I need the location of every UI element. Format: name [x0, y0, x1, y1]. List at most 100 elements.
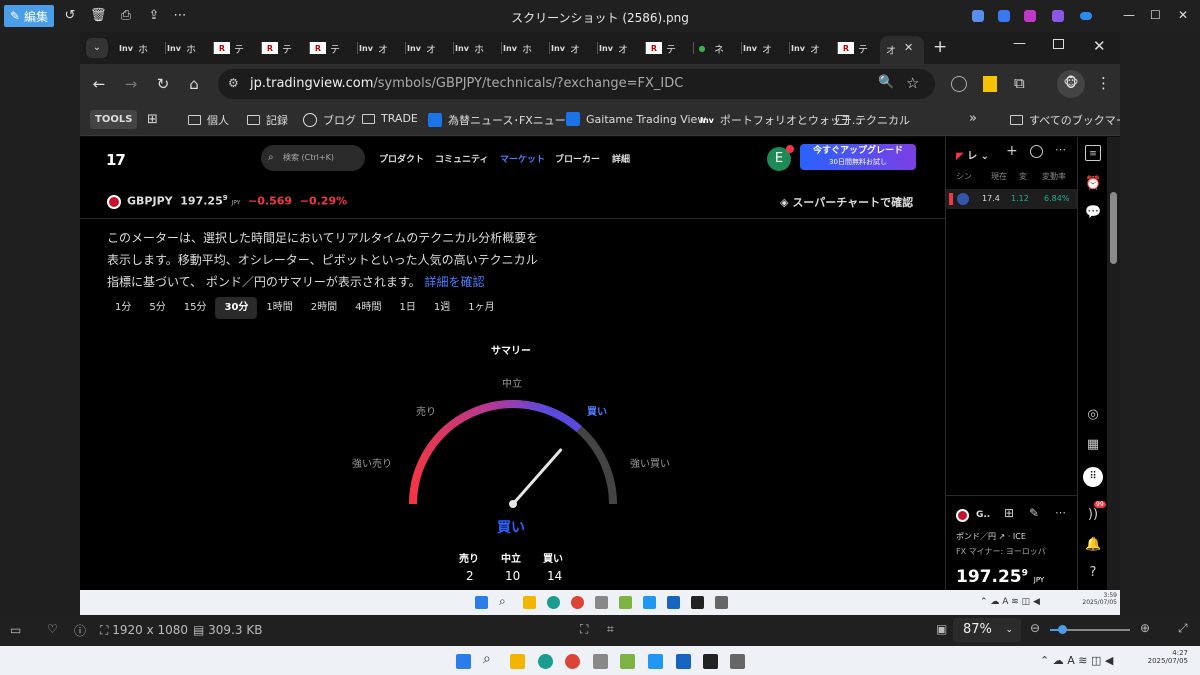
edit-note-icon[interactable]: ✎ — [1029, 506, 1039, 520]
app-icon[interactable] — [1024, 10, 1036, 22]
timeframe-button[interactable]: 15分 — [175, 297, 216, 319]
explorer-icon[interactable] — [523, 596, 536, 609]
search-input[interactable]: ⌕ 検索 (Ctrl+K) — [261, 145, 365, 171]
browser-tab[interactable]: Inv オ — [406, 38, 454, 58]
timeframe-button[interactable]: 1週 — [425, 297, 459, 319]
app-icon[interactable] — [676, 654, 691, 669]
close-icon[interactable]: ✕ — [1178, 8, 1188, 22]
bookmark-tools[interactable]: TOOLS — [90, 110, 138, 129]
browser-tab[interactable]: Rテ — [310, 38, 358, 58]
super-chart-link[interactable]: ◈ スーパーチャートで確認 — [780, 194, 913, 210]
timeframe-button[interactable]: 1日 — [391, 297, 425, 319]
clock-chart-icon[interactable] — [1030, 145, 1043, 158]
browser-tab[interactable]: Rテ — [646, 38, 694, 58]
browser-tab[interactable]: Inv ホ — [454, 38, 502, 58]
app-icon[interactable] — [620, 654, 635, 669]
info-icon[interactable]: ⓘ — [74, 622, 86, 639]
extension-icon[interactable] — [983, 76, 997, 92]
browser-restore-icon[interactable] — [1053, 39, 1064, 49]
browser-tab[interactable]: Inv ホ — [502, 38, 550, 58]
home-icon[interactable]: ⌂ — [185, 75, 203, 93]
timeframe-button[interactable]: 1時間 — [257, 297, 301, 319]
help-icon[interactable]: ? — [1085, 565, 1101, 581]
scrollbar[interactable] — [1107, 137, 1120, 590]
calendar-icon[interactable]: ▦ — [1085, 437, 1101, 453]
timeframe-button[interactable]: 1分 — [106, 297, 140, 319]
timeframe-button[interactable]: 2時間 — [302, 297, 346, 319]
all-bookmarks[interactable]: すべてのブックマーク — [1010, 112, 1120, 128]
app-icon[interactable] — [730, 654, 745, 669]
app-icon[interactable] — [667, 596, 680, 609]
timeframe-button[interactable]: 4時間 — [346, 297, 390, 319]
app-icon[interactable] — [998, 10, 1010, 22]
reload-icon[interactable]: ↻ — [154, 75, 172, 93]
browser-tab[interactable]: Inv オ — [550, 38, 598, 58]
edge-icon[interactable] — [547, 596, 560, 609]
chat-icon[interactable]: 💬 — [1085, 205, 1101, 221]
app-icon[interactable] — [648, 654, 663, 669]
browser-minimize-icon[interactable]: — — [1013, 36, 1026, 51]
app-icon[interactable] — [1052, 10, 1064, 22]
bookmark-item[interactable]: 為替ニュース･FXニュー... — [428, 112, 576, 128]
bell-icon[interactable]: 🔔 — [1085, 537, 1101, 553]
timeframe-button[interactable]: 1ヶ月 — [459, 297, 503, 319]
bookmark-folder[interactable]: TRADE — [362, 112, 418, 125]
favorite-icon[interactable]: ♡ — [47, 622, 58, 636]
browser-tab[interactable]: Inv ホ — [118, 38, 166, 58]
more-icon[interactable]: ⋯ — [1055, 506, 1066, 519]
browser-tab[interactable]: Rテ — [838, 38, 886, 58]
apps-grid-icon[interactable]: ⊞ — [147, 112, 158, 127]
site-info-icon[interactable]: ⚙ — [228, 76, 239, 90]
more-bookmarks-icon[interactable]: » — [969, 111, 977, 126]
bookmark-folder[interactable]: テクニカル — [836, 112, 910, 128]
search-icon[interactable]: ⌕ — [499, 594, 506, 609]
forward-icon[interactable]: → — [122, 75, 140, 93]
extension-icon[interactable] — [951, 76, 967, 92]
profile-avatar[interactable]: 🐵 — [1057, 70, 1085, 98]
browser-tab[interactable]: Inv オ — [742, 38, 790, 58]
chrome-icon[interactable] — [571, 596, 584, 609]
minimize-icon[interactable]: — — [1123, 8, 1135, 22]
nav-products[interactable]: プロダクト — [379, 152, 424, 165]
watchlist-row[interactable]: 17.4 1.12 6.84% — [946, 189, 1078, 209]
close-tab-icon[interactable]: ✕ — [904, 41, 913, 54]
browser-tab[interactable]: Rテ — [214, 38, 262, 58]
browser-tab[interactable]: Inv オ — [358, 38, 406, 58]
nav-brokers[interactable]: ブローカー — [555, 152, 600, 165]
chrome-icon[interactable] — [565, 654, 580, 669]
edge-icon[interactable] — [538, 654, 553, 669]
app-icon[interactable] — [595, 596, 608, 609]
nav-community[interactable]: コミュニティ — [435, 152, 488, 165]
zoom-out-icon[interactable]: ⊖ — [1030, 621, 1040, 635]
watchlist-title[interactable]: ◤ レ ⌄ — [956, 147, 989, 162]
nav-markets[interactable]: マーケット — [500, 152, 545, 165]
nav-more[interactable]: 詳細 — [612, 152, 630, 165]
tray-icons[interactable]: ⌃ ☁ A ≋ ◫ ◀ — [1040, 654, 1113, 667]
browser-tab[interactable]: Inv ホ — [166, 38, 214, 58]
tray-icons[interactable]: ⌃ ☁ A ≋ ◫ ◀ — [980, 597, 1040, 607]
new-tab-icon[interactable]: + — [933, 37, 947, 57]
more-icon[interactable]: ⋯ — [1055, 143, 1066, 156]
app-icon[interactable] — [643, 596, 656, 609]
fullscreen-icon[interactable]: ⤢ — [1178, 621, 1188, 636]
alarm-clock-icon[interactable]: ⏰ — [1085, 176, 1101, 192]
bookmark-item[interactable]: ブログ — [303, 112, 356, 128]
tradingview-logo[interactable]: 17 — [106, 151, 126, 169]
back-icon[interactable]: ← — [90, 75, 108, 93]
scrollbar-thumb[interactable] — [1110, 192, 1117, 264]
app-icon[interactable] — [703, 654, 718, 669]
crop-icon[interactable]: ⌗ — [607, 622, 614, 637]
app-icon[interactable] — [715, 596, 728, 609]
target-icon[interactable]: ◎ — [1085, 407, 1101, 423]
zoom-slider-thumb[interactable] — [1058, 625, 1067, 634]
cloud-icon[interactable] — [1080, 12, 1092, 20]
start-icon[interactable] — [475, 596, 488, 609]
app-icon[interactable] — [619, 596, 632, 609]
menu-icon[interactable]: ⋮ — [1096, 74, 1111, 92]
tab-search-icon[interactable]: ⌄ — [86, 38, 108, 58]
upgrade-button[interactable]: 今すぐアップグレード 30日間無料お試し — [800, 144, 916, 170]
learn-more-link[interactable]: 詳細を確認 — [425, 275, 485, 289]
search-icon[interactable]: ⌕ — [483, 651, 491, 667]
watchlist-icon[interactable]: ≡ — [1085, 145, 1101, 161]
zoom-in-icon[interactable]: ⊕ — [1140, 621, 1150, 635]
